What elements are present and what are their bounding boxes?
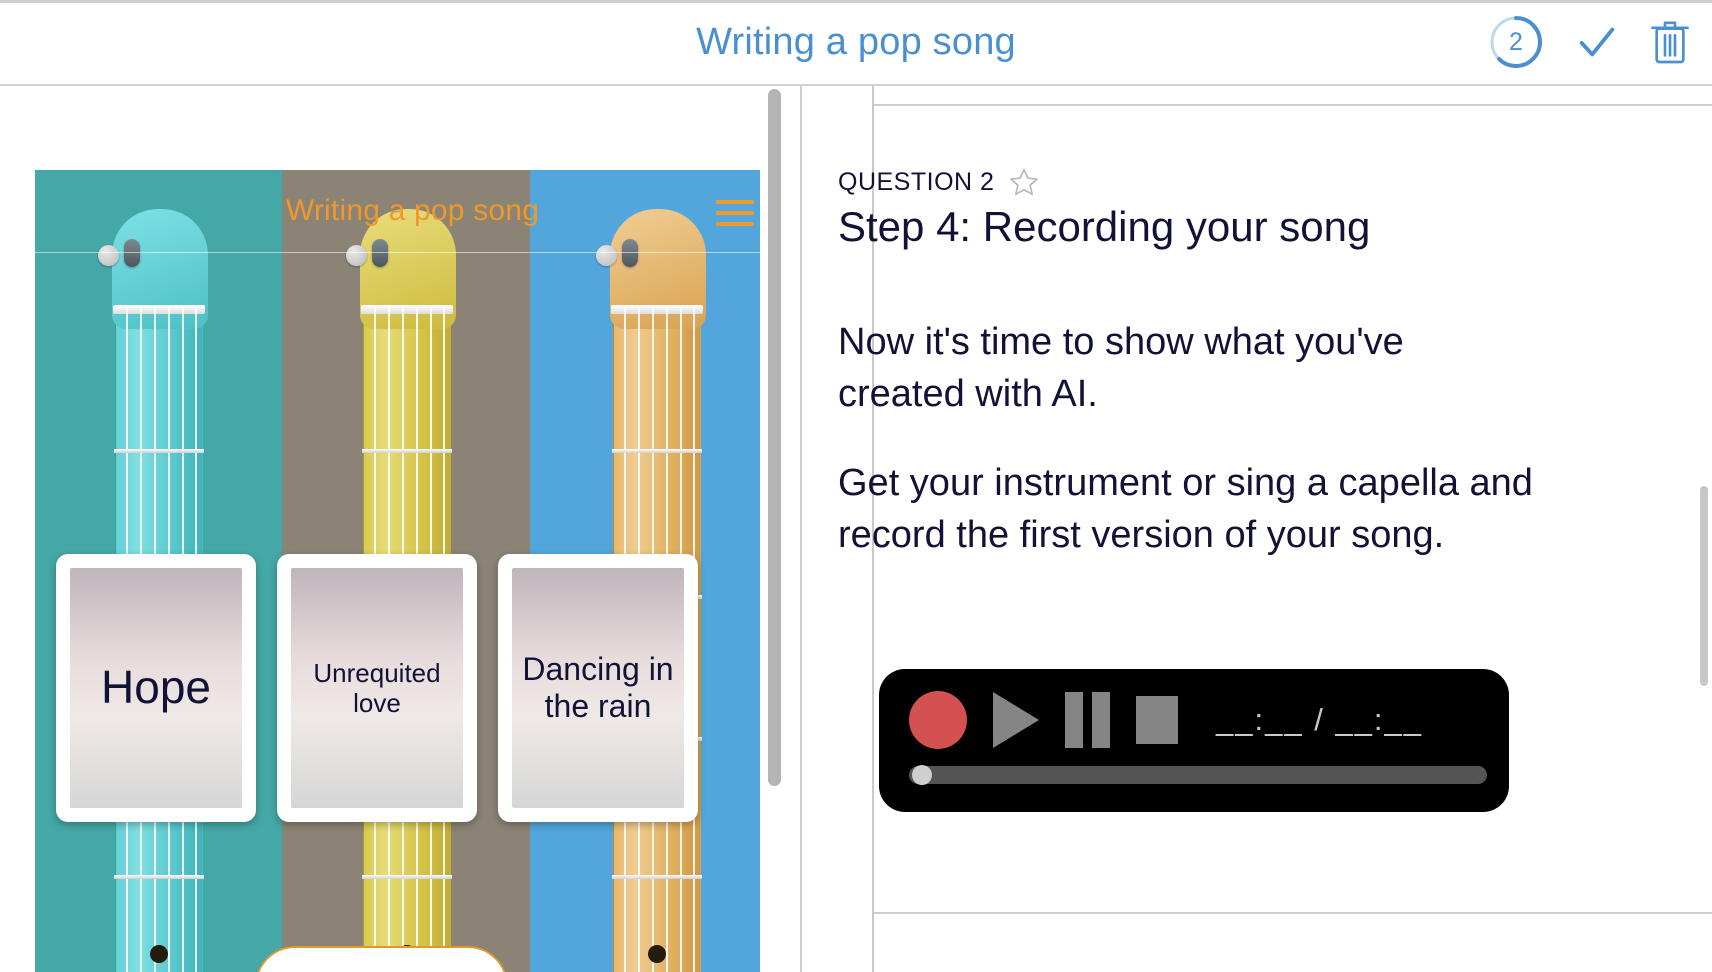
progress-count: 2 [1509, 27, 1523, 56]
pause-button-icon[interactable] [1065, 692, 1110, 748]
topbar-actions: 2 [1488, 0, 1690, 84]
progress-ring[interactable]: 2 [1488, 14, 1544, 70]
play-button-icon[interactable] [993, 692, 1039, 748]
trash-icon[interactable] [1650, 18, 1690, 66]
page-title: Writing a pop song [696, 20, 1016, 63]
audio-recorder: __:__ / __:__ [879, 669, 1509, 812]
question-title: Step 4: Recording your song [838, 203, 1371, 250]
question-body: Now it's time to show what you've create… [838, 316, 1538, 562]
divider-bottom [874, 912, 1712, 914]
check-icon[interactable] [1574, 19, 1620, 65]
left-preview-pane: Writing a pop song Hope Unrequited love [0, 86, 760, 972]
stop-button-icon[interactable] [1136, 696, 1178, 744]
page-scrollbar-thumb[interactable] [1700, 486, 1708, 686]
spin-button[interactable]: Spin [255, 946, 508, 972]
star-outline-icon[interactable] [1008, 166, 1040, 198]
app-root: Writing a pop song 2 Writing a pop song … [0, 0, 1712, 972]
player-seek-bar[interactable] [909, 765, 1487, 785]
player-seek-knob[interactable] [912, 765, 932, 785]
word-card-list: Hope Unrequited love Dancing in the rain [35, 170, 760, 972]
word-card-label: Dancing in the rain [522, 650, 674, 724]
question-paragraph-2: Get your instrument or sing a capella an… [838, 461, 1533, 557]
player-controls: __:__ / __:__ [909, 689, 1487, 751]
activity-preview: Writing a pop song Hope Unrequited love [35, 170, 760, 972]
word-card-face: Hope [70, 568, 242, 808]
scrollbar-thumb[interactable] [768, 89, 781, 786]
body-area: Writing a pop song Hope Unrequited love [0, 86, 1712, 972]
question-label: QUESTION 2 [838, 167, 995, 196]
word-card-label: Unrequited love [313, 657, 441, 718]
word-card[interactable]: Unrequited love [277, 554, 477, 822]
word-card-face: Unrequited love [291, 568, 463, 808]
question-label-row: QUESTION 2 [838, 166, 1040, 198]
left-pane-scrollbar[interactable] [763, 86, 785, 972]
question-pane: QUESTION 2 Step 4: Recording your song N… [838, 86, 1712, 972]
player-time-display: __:__ / __:__ [1216, 702, 1423, 737]
word-card[interactable]: Hope [56, 554, 256, 822]
question-paragraph-1: Now it's time to show what you've create… [838, 321, 1404, 416]
pane-divider [800, 86, 802, 972]
record-button-icon[interactable] [909, 691, 967, 749]
top-bar: Writing a pop song 2 [0, 0, 1712, 86]
word-card-face: Dancing in the rain [512, 568, 684, 808]
word-card[interactable]: Dancing in the rain [498, 554, 698, 822]
divider-top [874, 104, 1712, 106]
word-card-label: Hope [101, 661, 211, 714]
